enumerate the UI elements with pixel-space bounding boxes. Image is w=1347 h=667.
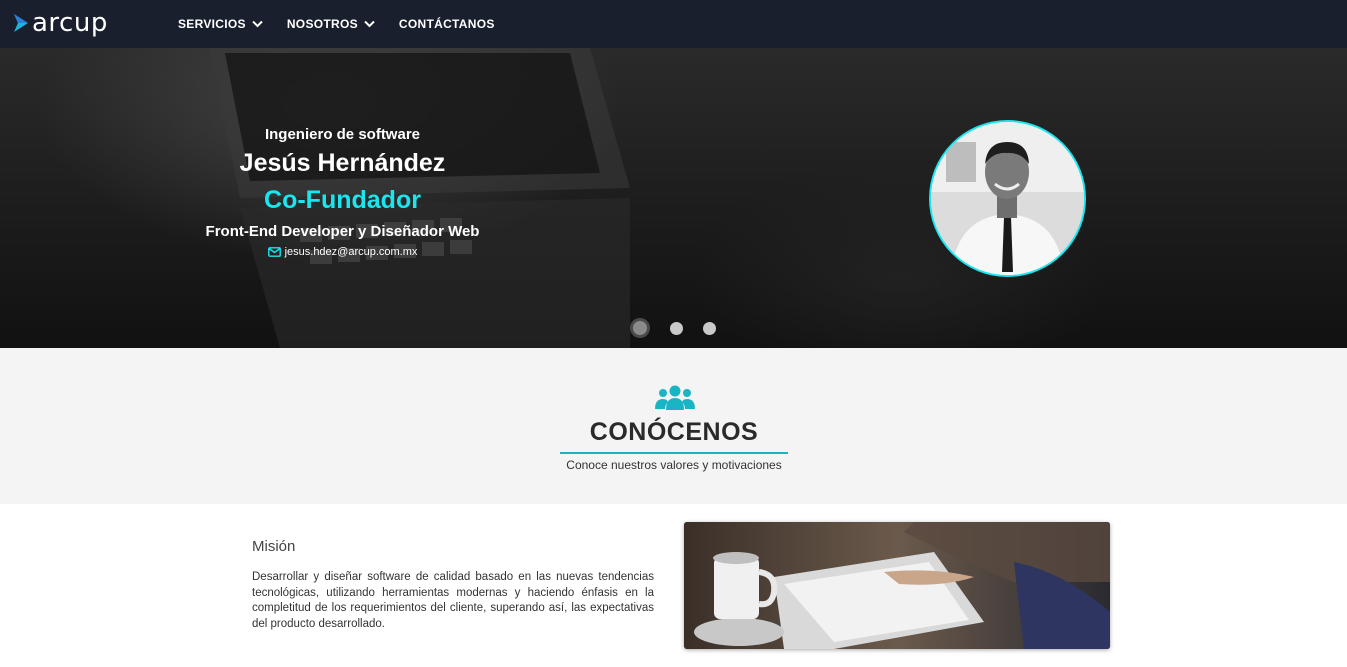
carousel-dot-2[interactable] bbox=[670, 321, 683, 335]
logo-arrow-icon bbox=[14, 14, 28, 32]
chevron-down-icon bbox=[252, 20, 263, 28]
profile-photo bbox=[931, 122, 1084, 275]
mission-text: Desarrollar y diseñar software de calida… bbox=[252, 571, 654, 630]
nav-item-nosotros[interactable]: NOSOTROS bbox=[287, 17, 375, 31]
main-nav: SERVICIOS NOSOTROS CONTÁCTANOS bbox=[178, 0, 519, 48]
nav-item-label: CONTÁCTANOS bbox=[398, 17, 495, 31]
hero-text-block: Ingeniero de software Jesús Hernández Co… bbox=[160, 126, 525, 258]
users-icon bbox=[655, 385, 695, 410]
carousel-indicators bbox=[630, 318, 736, 338]
logo-text: arcup bbox=[32, 8, 108, 38]
carousel-dot-3[interactable] bbox=[703, 321, 716, 335]
hero-email-link[interactable]: jesus.hdez@arcup.com.mx bbox=[160, 246, 525, 258]
title-underline bbox=[560, 452, 788, 454]
hero-position: Co-Fundador bbox=[264, 186, 421, 214]
hero-email-text: jesus.hdez@arcup.com.mx bbox=[284, 246, 418, 258]
about-section: CONÓCENOS Conoce nuestros valores y moti… bbox=[0, 348, 1347, 504]
nav-item-servicios[interactable]: SERVICIOS bbox=[178, 17, 263, 31]
brand-logo[interactable]: arcup bbox=[12, 10, 108, 36]
hero-role: Ingeniero de software bbox=[264, 126, 421, 143]
nav-item-label: SERVICIOS bbox=[178, 17, 246, 31]
about-title: CONÓCENOS bbox=[589, 418, 759, 446]
mission-image bbox=[684, 522, 1110, 649]
top-navbar: arcup SERVICIOS NOSOTROS CONTÁCTANOS bbox=[0, 0, 1347, 48]
nav-item-label: NOSOTROS bbox=[286, 17, 358, 31]
hero-description: Front-End Developer y Diseñador Web bbox=[205, 223, 480, 240]
hero-name: Jesús Hernández bbox=[239, 149, 446, 177]
about-subtitle: Conoce nuestros valores y motivaciones bbox=[566, 458, 782, 472]
mail-icon bbox=[267, 247, 281, 257]
chevron-down-icon bbox=[364, 20, 375, 28]
hero-carousel: Ingeniero de software Jesús Hernández Co… bbox=[0, 48, 1347, 348]
profile-avatar bbox=[929, 120, 1086, 277]
nav-item-contactanos[interactable]: CONTÁCTANOS bbox=[399, 17, 495, 31]
mission-title: Misión bbox=[252, 538, 296, 555]
mission-photo-art bbox=[684, 522, 1110, 649]
carousel-dot-1[interactable] bbox=[630, 318, 650, 338]
